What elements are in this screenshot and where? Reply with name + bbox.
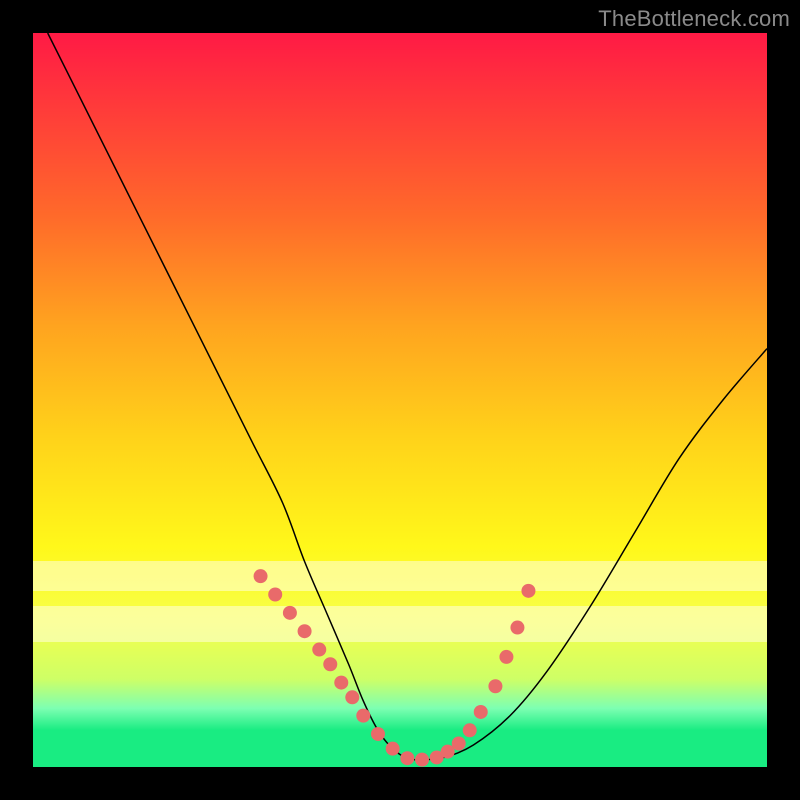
data-point xyxy=(283,606,297,620)
data-point xyxy=(323,657,337,671)
data-point xyxy=(254,569,268,583)
data-point xyxy=(488,679,502,693)
bottleneck-curve xyxy=(48,33,767,760)
data-point xyxy=(521,584,535,598)
data-point xyxy=(312,643,326,657)
data-point xyxy=(452,737,466,751)
data-point xyxy=(345,690,359,704)
data-point xyxy=(268,588,282,602)
data-point xyxy=(463,723,477,737)
data-point xyxy=(400,751,414,765)
data-point xyxy=(298,624,312,638)
data-point xyxy=(499,650,513,664)
watermark-text: TheBottleneck.com xyxy=(598,6,790,32)
data-point xyxy=(510,621,524,635)
chart-frame: TheBottleneck.com xyxy=(0,0,800,800)
data-point xyxy=(415,753,429,767)
chart-svg xyxy=(33,33,767,767)
data-point xyxy=(356,709,370,723)
data-point xyxy=(474,705,488,719)
data-point xyxy=(334,676,348,690)
data-point xyxy=(371,727,385,741)
data-point xyxy=(386,742,400,756)
data-points xyxy=(254,569,536,767)
plot-area xyxy=(33,33,767,767)
